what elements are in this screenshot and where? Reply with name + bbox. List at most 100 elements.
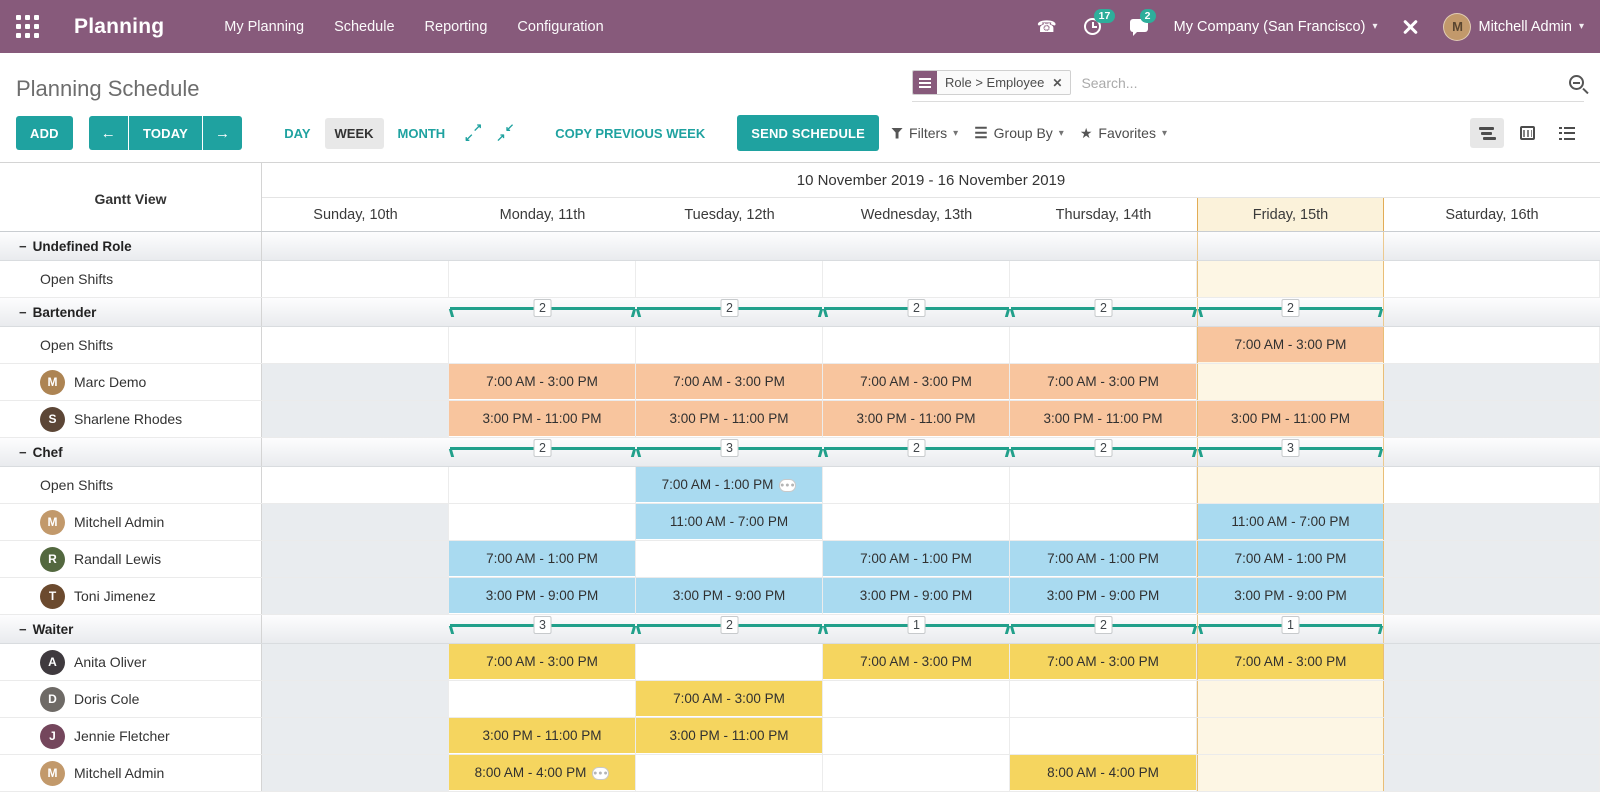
shift-block[interactable]: 11:00 AM - 7:00 PM [1198,504,1383,539]
shift-block[interactable]: 3:00 PM - 9:00 PM [1198,578,1383,613]
shift-block[interactable]: 3:00 PM - 9:00 PM [449,578,635,613]
shift-block[interactable]: 3:00 PM - 11:00 PM [1010,401,1196,436]
next-week-button[interactable]: → [203,116,242,150]
gantt-day-cell[interactable]: 7:00 AM - 3:00 PM [636,364,823,400]
gantt-day-cell[interactable]: 7:00 AM - 3:00 PM [449,644,636,680]
prev-week-button[interactable]: ← [89,116,128,150]
gantt-day-cell[interactable] [636,644,823,680]
shift-block[interactable]: 3:00 PM - 11:00 PM [636,401,822,436]
search-icon[interactable] [1569,75,1584,90]
gantt-day-cell[interactable] [636,327,823,363]
gantt-day-cell[interactable] [823,261,1010,297]
copy-previous-week-button[interactable]: COPY PREVIOUS WEEK [545,118,715,149]
user-menu[interactable]: M Mitchell Admin▾ [1443,13,1584,41]
gantt-day-cell[interactable] [1010,261,1197,297]
gantt-day-cell[interactable] [1197,755,1384,791]
shift-block[interactable]: 3:00 PM - 11:00 PM [1198,401,1383,436]
gantt-day-cell[interactable]: 3:00 PM - 11:00 PM [1197,401,1384,437]
shift-block[interactable]: 11:00 AM - 7:00 PM [636,504,822,539]
filters-dropdown[interactable]: Filters▾ [887,119,962,147]
shift-block[interactable]: 3:00 PM - 9:00 PM [823,578,1009,613]
gantt-day-cell[interactable]: 3:00 PM - 11:00 PM [1010,401,1197,437]
phone-icon[interactable]: ☎ [1036,16,1058,38]
gantt-day-cell[interactable] [1010,718,1197,754]
shift-block[interactable]: 7:00 AM - 3:00 PM [1010,364,1196,399]
gantt-day-cell[interactable] [1197,681,1384,717]
group-by-dropdown[interactable]: ☰ Group By▾ [970,118,1068,148]
scale-week-button[interactable]: WEEK [325,118,384,149]
activities-icon[interactable]: 17 [1082,16,1104,38]
gantt-day-cell[interactable] [262,644,449,680]
gantt-day-cell[interactable]: 7:00 AM - 3:00 PM [1010,644,1197,680]
gantt-day-cell[interactable] [1384,504,1600,540]
gantt-day-cell[interactable] [262,755,449,791]
gantt-day-cell[interactable] [1010,504,1197,540]
favorites-dropdown[interactable]: ★ Favorites▾ [1076,119,1171,148]
gantt-day-cell[interactable] [636,541,823,577]
company-switcher[interactable]: My Company (San Francisco)▾ [1174,19,1378,35]
gantt-day-cell[interactable]: 7:00 AM - 1:00 PM [823,541,1010,577]
gantt-day-cell[interactable] [1384,467,1600,503]
gantt-day-cell[interactable]: 3:00 PM - 11:00 PM [823,401,1010,437]
gantt-day-cell[interactable] [262,718,449,754]
gantt-day-cell[interactable] [449,327,636,363]
gantt-day-cell[interactable] [262,364,449,400]
gantt-day-cell[interactable] [1384,364,1600,400]
menu-configuration[interactable]: Configuration [517,19,603,35]
menu-schedule[interactable]: Schedule [334,19,394,35]
gantt-day-cell[interactable]: 7:00 AM - 3:00 PM [823,644,1010,680]
gantt-day-cell[interactable] [449,681,636,717]
gantt-day-cell[interactable] [449,261,636,297]
add-button[interactable]: ADD [16,116,73,150]
collapse-icon[interactable]: ↙↗ [495,123,515,143]
gantt-day-cell[interactable] [823,504,1010,540]
gantt-day-cell[interactable] [823,327,1010,363]
list-view-button[interactable] [1550,118,1584,148]
gantt-day-cell[interactable]: 3:00 PM - 11:00 PM [449,401,636,437]
gantt-day-cell[interactable] [262,504,449,540]
shift-block[interactable]: 7:00 AM - 1:00 PM [1010,541,1196,576]
gantt-day-cell[interactable] [823,755,1010,791]
gantt-day-cell[interactable] [1010,327,1197,363]
gantt-day-cell[interactable] [1197,261,1384,297]
shift-block[interactable]: 7:00 AM - 3:00 PM [1010,644,1196,679]
gantt-day-cell[interactable]: 3:00 PM - 11:00 PM [449,718,636,754]
gantt-day-cell[interactable] [262,261,449,297]
gantt-day-cell[interactable]: 3:00 PM - 9:00 PM [823,578,1010,614]
gantt-day-cell[interactable]: 7:00 AM - 1:00 PM●●● [636,467,823,503]
gantt-day-cell[interactable] [1384,261,1600,297]
gantt-day-cell[interactable] [1384,578,1600,614]
gantt-day-cell[interactable] [449,504,636,540]
gantt-day-cell[interactable]: 7:00 AM - 3:00 PM [1197,644,1384,680]
shift-block[interactable]: 3:00 PM - 9:00 PM [636,578,822,613]
gantt-day-cell[interactable] [636,755,823,791]
gantt-day-cell[interactable]: 3:00 PM - 11:00 PM [636,718,823,754]
gantt-day-cell[interactable]: 7:00 AM - 1:00 PM [1197,541,1384,577]
expand-icon[interactable]: ↗↙ [463,123,483,143]
shift-block[interactable]: 7:00 AM - 3:00 PM [1198,644,1383,679]
gantt-day-cell[interactable]: 8:00 AM - 4:00 PM [1010,755,1197,791]
gantt-view-button[interactable] [1470,118,1504,148]
gantt-day-cell[interactable]: 7:00 AM - 3:00 PM [823,364,1010,400]
shift-block[interactable]: 7:00 AM - 1:00 PM [449,541,635,576]
scale-day-button[interactable]: DAY [274,118,320,149]
gantt-day-cell[interactable] [1010,467,1197,503]
tools-icon[interactable] [1401,18,1419,36]
gantt-day-cell[interactable] [1384,541,1600,577]
group-label[interactable]: Undefined Role [0,232,262,260]
shift-block[interactable]: 3:00 PM - 11:00 PM [449,401,635,436]
gantt-day-cell[interactable]: 3:00 PM - 11:00 PM [636,401,823,437]
gantt-day-cell[interactable] [823,681,1010,717]
today-button[interactable]: TODAY [129,116,202,150]
gantt-day-cell[interactable] [1384,401,1600,437]
shift-block[interactable]: 7:00 AM - 3:00 PM [823,644,1009,679]
gantt-day-cell[interactable]: 11:00 AM - 7:00 PM [636,504,823,540]
apps-grid-icon[interactable] [16,15,40,39]
gantt-day-cell[interactable] [1384,755,1600,791]
gantt-day-cell[interactable] [1197,718,1384,754]
shift-block[interactable]: 3:00 PM - 11:00 PM [636,718,822,753]
gantt-day-cell[interactable]: 7:00 AM - 3:00 PM [1010,364,1197,400]
shift-block[interactable]: 7:00 AM - 1:00 PM [823,541,1009,576]
shift-block[interactable]: 3:00 PM - 11:00 PM [823,401,1009,436]
group-label[interactable]: Chef [0,438,262,466]
